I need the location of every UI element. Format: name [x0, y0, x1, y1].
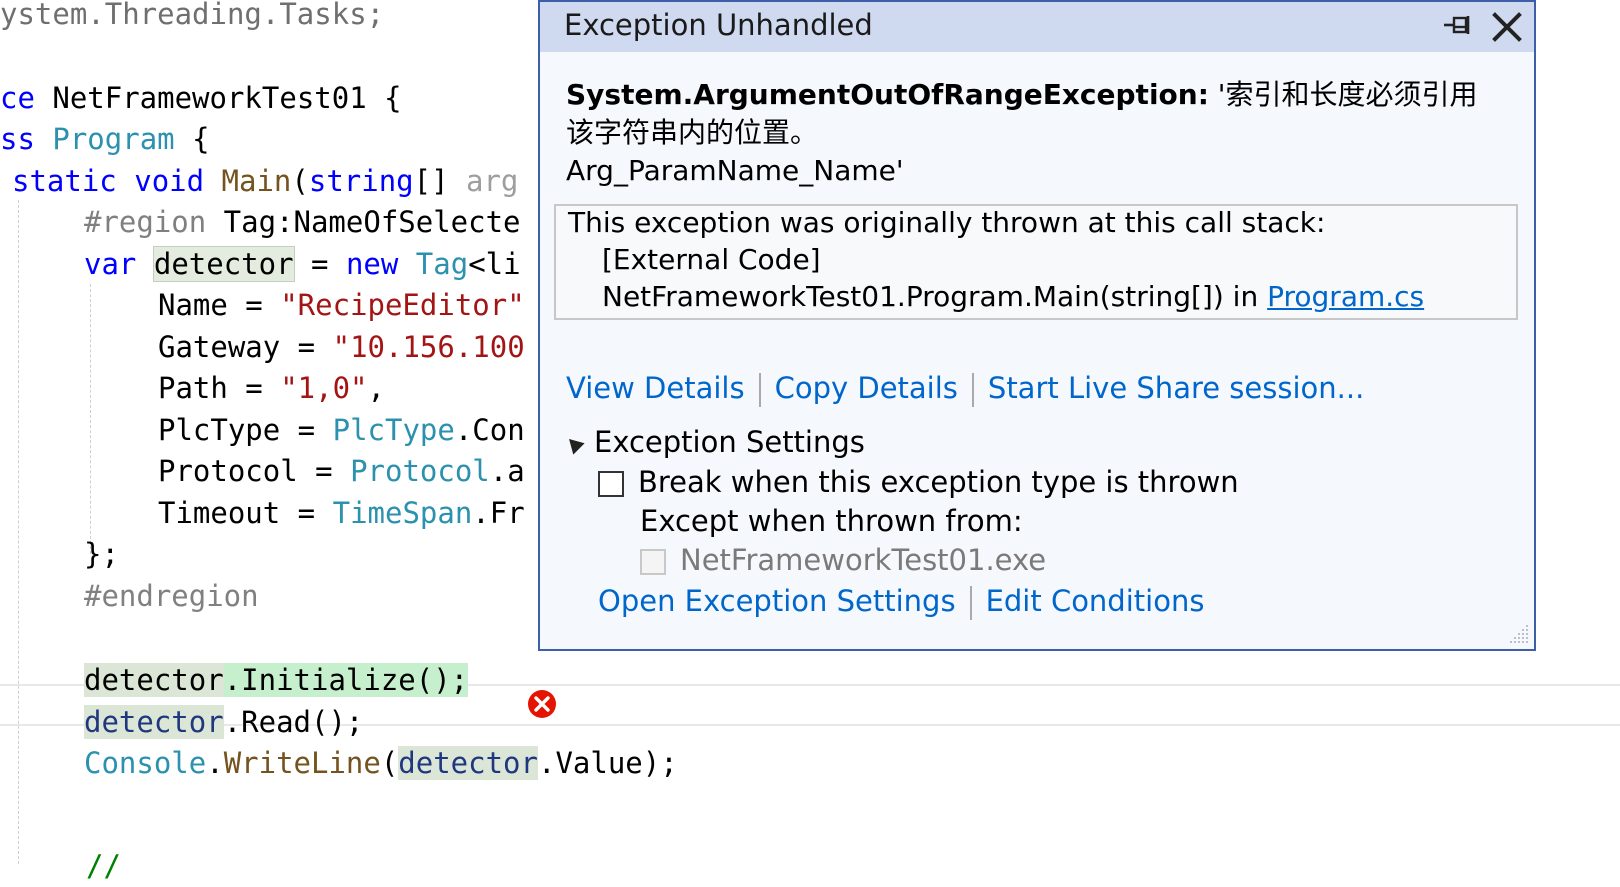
- program-cs-link[interactable]: Program.cs: [1267, 280, 1424, 313]
- exception-message: System.ArgumentOutOfRangeException: '索引和…: [566, 78, 1478, 187]
- code-line-namespace: ce NetFrameworkTest01 {: [0, 81, 402, 115]
- settings-links: Open Exception Settings Edit Conditions: [598, 584, 1204, 620]
- divider: [758, 373, 761, 407]
- exe-exception-checkbox: [640, 549, 666, 575]
- except-label: Except when thrown from:: [640, 504, 1023, 538]
- break-when-thrown-checkbox[interactable]: [598, 471, 624, 497]
- code-line-main: static void Main(string[] arg: [12, 164, 519, 198]
- resize-grip-icon[interactable]: [1508, 623, 1530, 645]
- pin-icon[interactable]: [1442, 14, 1474, 38]
- open-exception-settings-link[interactable]: Open Exception Settings: [598, 584, 956, 618]
- exception-popup[interactable]: Exception Unhandled System.ArgumentOutOf…: [538, 0, 1536, 651]
- call-stack-box: This exception was originally thrown at …: [554, 204, 1518, 320]
- code-line-protocol: Protocol = Protocol.a: [158, 454, 525, 488]
- view-details-link[interactable]: View Details: [566, 371, 745, 405]
- indent-guide: [90, 284, 91, 554]
- divider: [971, 373, 974, 407]
- divider: [969, 586, 972, 620]
- triangle-icon: [563, 433, 585, 455]
- popup-header[interactable]: Exception Unhandled: [540, 2, 1534, 52]
- code-line-timeout: Timeout = TimeSpan.Fr: [158, 496, 525, 530]
- stack-frame-external: [External Code]: [602, 243, 821, 276]
- code-line-endregion: #endregion: [84, 579, 259, 613]
- code-line-plctype: PlcType = PlcType.Con: [158, 413, 525, 447]
- code-line-name: Name = "RecipeEditor": [158, 288, 525, 322]
- code-line-read: detector.Read();: [84, 705, 364, 739]
- copy-details-link[interactable]: Copy Details: [775, 371, 958, 405]
- code-line-comment: //: [86, 849, 121, 883]
- detector-highlight[interactable]: detector: [152, 246, 295, 282]
- code-line-var: var detector = new Tag<li: [84, 246, 521, 282]
- edit-conditions-link[interactable]: Edit Conditions: [986, 584, 1205, 618]
- exe-exception-row: NetFrameworkTest01.exe: [640, 543, 1046, 577]
- error-icon[interactable]: [527, 689, 557, 719]
- stack-frame-main: NetFrameworkTest01.Program.Main(string[]…: [602, 280, 1425, 313]
- code-line-class: ss Program {: [0, 122, 210, 156]
- code-line-writeline: Console.WriteLine(detector.Value);: [84, 746, 678, 780]
- popup-title: Exception Unhandled: [564, 8, 873, 42]
- code-line-using: ystem.Threading.Tasks;: [0, 0, 385, 31]
- stack-header: This exception was originally thrown at …: [568, 206, 1326, 239]
- code-line-close-brace: };: [84, 537, 119, 571]
- code-line-gateway: Gateway = "10.156.100: [158, 330, 525, 364]
- break-when-thrown-row[interactable]: Break when this exception type is thrown: [598, 465, 1239, 499]
- exception-settings-toggle[interactable]: Exception Settings: [563, 425, 865, 459]
- live-share-link[interactable]: Start Live Share session...: [988, 371, 1364, 405]
- code-line-path: Path = "1,0",: [158, 371, 385, 405]
- code-line-region: #region Tag:NameOfSelecte: [84, 205, 521, 239]
- code-line-initialize[interactable]: detector.Initialize();: [84, 660, 469, 701]
- action-links: View Details Copy Details Start Live Share…: [566, 371, 1364, 407]
- indent-guide: [18, 200, 19, 864]
- exception-type: System.ArgumentOutOfRangeException:: [566, 78, 1209, 111]
- close-icon[interactable]: [1490, 10, 1524, 44]
